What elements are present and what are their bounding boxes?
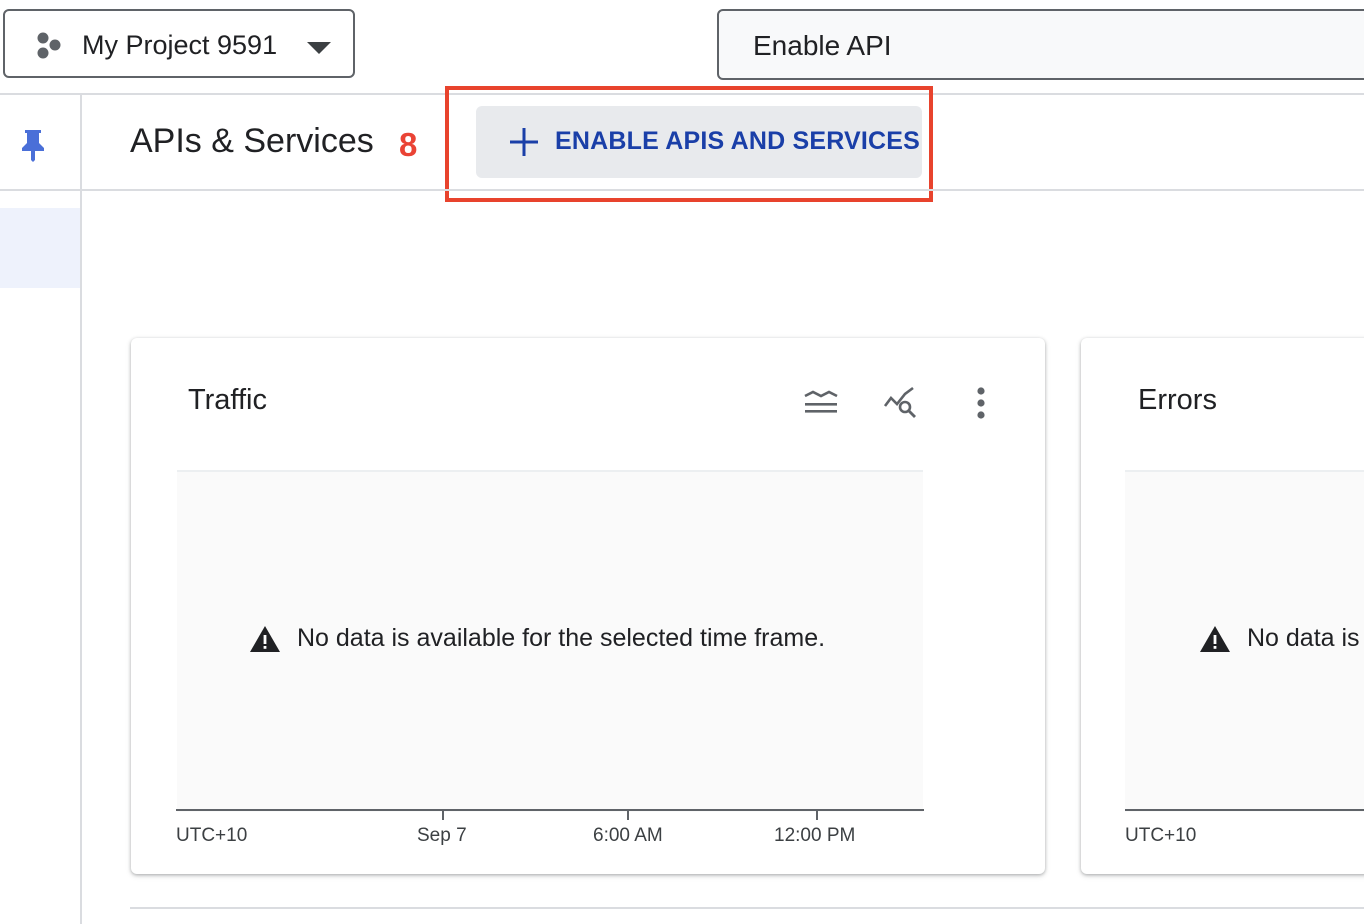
- legend-icon[interactable]: [801, 384, 841, 424]
- enable-apis-button[interactable]: ENABLE APIS AND SERVICES: [476, 106, 922, 178]
- warning-icon: [1200, 625, 1230, 652]
- project-selector[interactable]: My Project 9591: [3, 9, 355, 78]
- no-data-text: No data is available for the selected ti…: [297, 624, 826, 652]
- errors-no-data-text: No data is: [1247, 624, 1360, 652]
- project-name: My Project 9591: [82, 30, 278, 60]
- caret-down-icon: [307, 42, 331, 54]
- errors-card: Errors No data is UTC+10: [1081, 338, 1364, 874]
- x-axis-label-timezone: UTC+10: [176, 825, 248, 846]
- traffic-card: Traffic No data is available for the sel…: [131, 338, 1045, 874]
- search-input[interactable]: [751, 25, 1315, 67]
- pin-icon[interactable]: [20, 128, 46, 162]
- errors-card-title: Errors: [1138, 384, 1217, 416]
- traffic-card-title: Traffic: [188, 384, 267, 416]
- header-divider: [82, 189, 1364, 191]
- x-axis-label-6am: 6:00 AM: [593, 825, 663, 846]
- x-axis-tick: [627, 811, 629, 820]
- explore-chart-icon[interactable]: [881, 384, 921, 424]
- errors-x-axis-label-timezone: UTC+10: [1125, 825, 1197, 846]
- x-axis-label-date: Sep 7: [417, 825, 467, 846]
- annotation-number: 8: [399, 126, 418, 163]
- errors-x-axis-line: [1125, 809, 1364, 811]
- page-title: APIs & Services: [130, 122, 374, 160]
- x-axis-tick: [816, 811, 818, 820]
- rail-selected-item[interactable]: [0, 208, 80, 288]
- x-axis-line: [176, 809, 924, 811]
- search-box[interactable]: [717, 9, 1364, 80]
- plus-icon: [510, 128, 538, 156]
- bottom-divider: [130, 907, 1364, 909]
- project-hierarchy-icon: [37, 32, 61, 59]
- more-vert-icon[interactable]: [961, 384, 1001, 424]
- no-data-message: No data is available for the selected ti…: [249, 624, 825, 653]
- x-axis-tick: [442, 811, 444, 820]
- warning-icon: [250, 625, 280, 652]
- rail-divider: [0, 189, 80, 191]
- enable-apis-label: ENABLE APIS AND SERVICES: [555, 127, 921, 155]
- x-axis-label-12pm: 12:00 PM: [774, 825, 856, 846]
- errors-no-data-message: No data is: [1199, 624, 1360, 653]
